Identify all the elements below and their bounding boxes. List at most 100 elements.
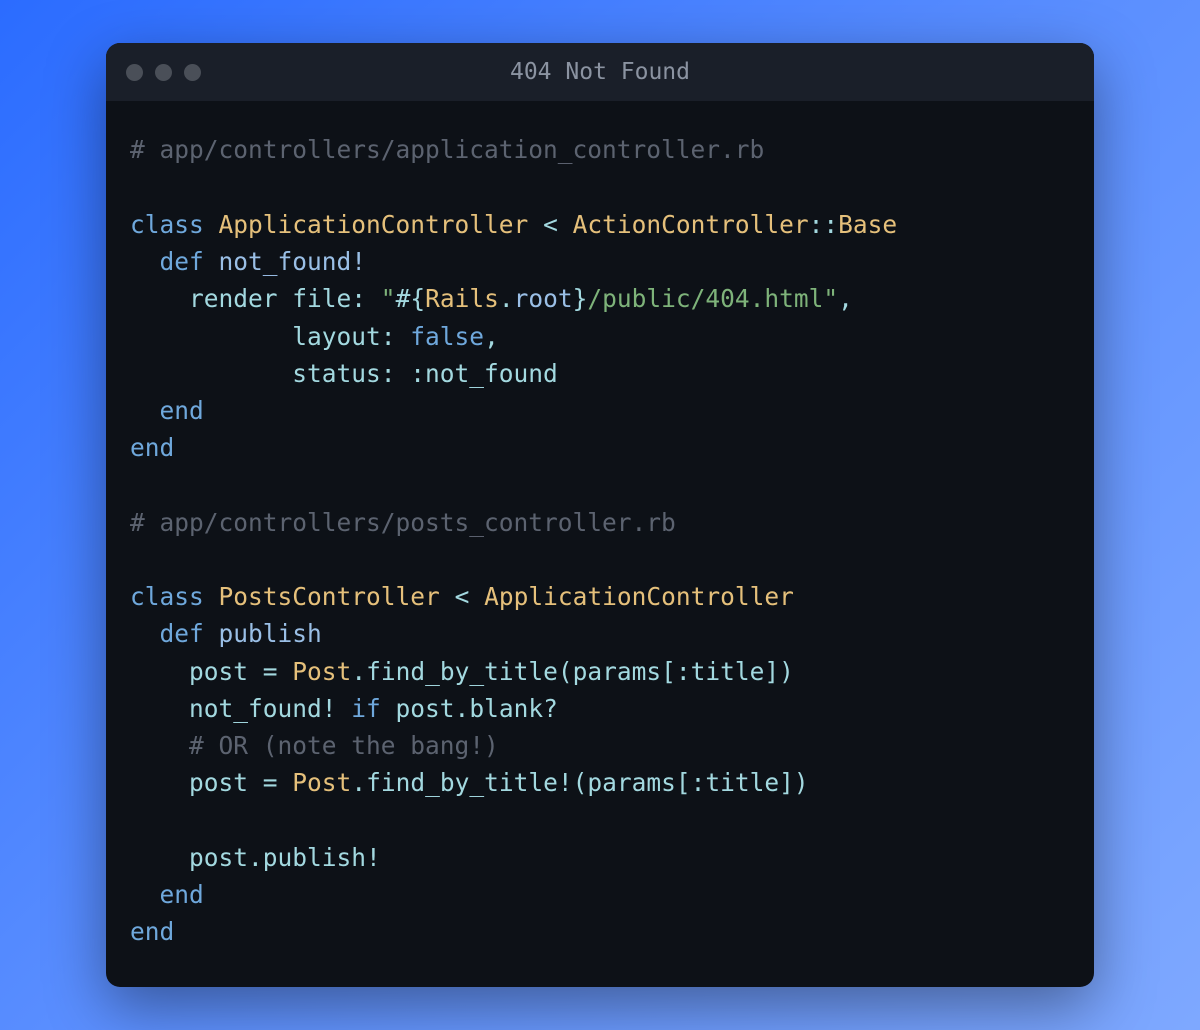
code-window: 404 Not Found # app/controllers/applicat… xyxy=(106,43,1094,986)
code-token xyxy=(130,731,189,760)
code-line: # app/controllers/posts_controller.rb xyxy=(130,504,1070,541)
code-line: end xyxy=(130,913,1070,950)
code-token: end xyxy=(160,880,204,909)
code-token: . xyxy=(248,843,263,872)
minimize-icon[interactable] xyxy=(155,64,172,81)
code-token xyxy=(130,619,160,648)
code-token xyxy=(130,247,160,276)
code-line: # OR (note the bang!) xyxy=(130,727,1070,764)
code-token xyxy=(366,284,381,313)
code-token: false xyxy=(410,322,484,351)
code-token xyxy=(204,619,219,648)
code-token: ( xyxy=(573,768,588,797)
code-token: if xyxy=(351,694,381,723)
code-token: . xyxy=(499,284,514,313)
code-token: params xyxy=(587,768,676,797)
code-token: post xyxy=(381,694,455,723)
code-line: not_found! if post.blank? xyxy=(130,690,1070,727)
code-editor: # app/controllers/application_controller… xyxy=(106,101,1094,986)
code-token: ( xyxy=(558,657,573,686)
code-token xyxy=(278,768,293,797)
code-token: . xyxy=(351,768,366,797)
code-line: post.publish! xyxy=(130,839,1070,876)
code-token: blank? xyxy=(469,694,558,723)
code-token: root xyxy=(514,284,573,313)
code-line xyxy=(130,802,1070,839)
code-token: :not_found xyxy=(410,359,558,388)
code-line: class ApplicationController < ActionCont… xyxy=(130,206,1070,243)
code-token xyxy=(396,322,411,351)
code-token: not_found! xyxy=(219,247,367,276)
traffic-lights xyxy=(126,64,201,81)
code-token xyxy=(469,582,484,611)
code-line: class PostsController < ApplicationContr… xyxy=(130,578,1070,615)
code-line: def not_found! xyxy=(130,243,1070,280)
code-token: [ xyxy=(661,657,676,686)
code-token: end xyxy=(130,917,174,946)
code-token: class xyxy=(130,210,204,239)
code-token: ApplicationController xyxy=(484,582,794,611)
code-line: render file: "#{Rails.root}/public/404.h… xyxy=(130,280,1070,317)
code-token: post xyxy=(130,768,263,797)
code-line: end xyxy=(130,429,1070,466)
code-token: . xyxy=(455,694,470,723)
code-token: status: xyxy=(292,359,395,388)
code-token: layout: xyxy=(292,322,395,351)
code-token: " xyxy=(381,284,396,313)
code-token: publish! xyxy=(263,843,381,872)
code-token: def xyxy=(160,247,204,276)
code-token xyxy=(528,210,543,239)
code-token: , xyxy=(484,322,499,351)
code-token: ]) xyxy=(779,768,809,797)
code-token: , xyxy=(838,284,853,313)
code-line xyxy=(130,169,1070,206)
code-token: Post xyxy=(292,657,351,686)
code-token: } xyxy=(573,284,588,313)
code-token: Base xyxy=(838,210,897,239)
code-token: # app/controllers/posts_controller.rb xyxy=(130,508,676,537)
code-token: [ xyxy=(676,768,691,797)
code-token: :: xyxy=(809,210,839,239)
code-token: = xyxy=(263,657,278,686)
code-token: :title xyxy=(676,657,765,686)
code-token: #{ xyxy=(396,284,426,313)
code-token: # app/controllers/application_controller… xyxy=(130,135,764,164)
code-line: end xyxy=(130,876,1070,913)
code-token xyxy=(204,247,219,276)
code-line: # app/controllers/application_controller… xyxy=(130,131,1070,168)
code-token xyxy=(204,210,219,239)
code-token xyxy=(130,359,292,388)
code-token: PostsController xyxy=(219,582,440,611)
code-token: < xyxy=(543,210,558,239)
code-line: end xyxy=(130,392,1070,429)
code-token: end xyxy=(160,396,204,425)
code-token: Post xyxy=(292,768,351,797)
code-line: layout: false, xyxy=(130,318,1070,355)
code-token: end xyxy=(130,433,174,462)
code-token: post xyxy=(130,843,248,872)
code-token xyxy=(130,322,292,351)
close-icon[interactable] xyxy=(126,64,143,81)
code-token: ActionController xyxy=(573,210,809,239)
code-token xyxy=(396,359,411,388)
zoom-icon[interactable] xyxy=(184,64,201,81)
code-token: /public/404.html" xyxy=(587,284,838,313)
code-token: post xyxy=(130,657,263,686)
code-line xyxy=(130,467,1070,504)
code-token: :title xyxy=(691,768,780,797)
code-token xyxy=(278,657,293,686)
code-token: ApplicationController xyxy=(219,210,529,239)
code-token: find_by_title! xyxy=(366,768,573,797)
code-line: def publish xyxy=(130,615,1070,652)
code-token: publish xyxy=(219,619,322,648)
code-token xyxy=(130,880,160,909)
code-token: # OR (note the bang!) xyxy=(189,731,499,760)
code-token xyxy=(130,396,160,425)
window-title: 404 Not Found xyxy=(106,59,1094,85)
code-token: file: xyxy=(292,284,366,313)
titlebar: 404 Not Found xyxy=(106,43,1094,101)
code-line: status: :not_found xyxy=(130,355,1070,392)
code-token: not_found! xyxy=(130,694,351,723)
code-token: < xyxy=(455,582,470,611)
code-token: Rails xyxy=(425,284,499,313)
